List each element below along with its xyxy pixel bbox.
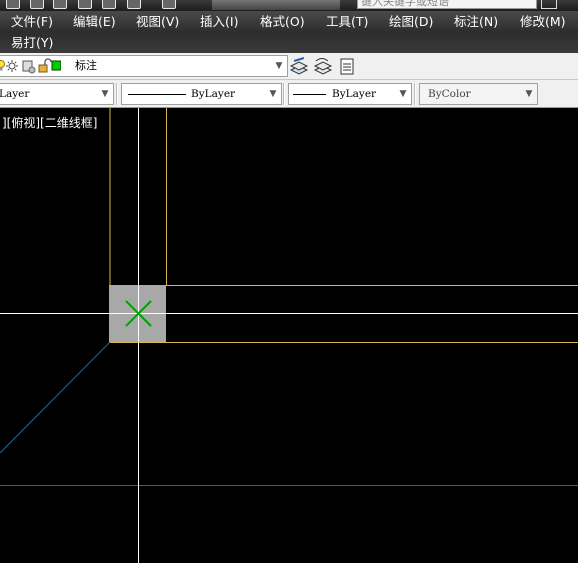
plotstyle-dropdown[interactable]: ByColor ▼: [419, 83, 538, 105]
layer-name: 标注: [75, 59, 97, 72]
chevron-down-icon: ▼: [525, 89, 533, 99]
search-input[interactable]: 键入关键字或短语: [357, 0, 537, 9]
layer-tool-icons: [290, 57, 354, 75]
menu-view[interactable]: 视图(V): [136, 11, 179, 33]
plotstyle-value: ByColor: [428, 88, 471, 100]
redo-icon[interactable]: [162, 0, 176, 9]
lineweight-value: ByLayer: [332, 88, 377, 100]
menu-insert[interactable]: 插入(I): [200, 11, 238, 33]
sun-icon: [6, 60, 18, 72]
drawing-area[interactable]: ][俯视][二维线框]: [0, 108, 578, 563]
quick-access-toolbar: 键入关键字或短语: [0, 0, 578, 11]
chevron-down-icon: ▼: [399, 89, 407, 99]
viewport-freeze-icon: [22, 60, 36, 74]
layer-state-icons: [0, 58, 61, 74]
chevron-down-icon: ▼: [275, 61, 283, 71]
lineweight-dropdown[interactable]: ByLayer ▼: [288, 83, 412, 105]
new-file-icon[interactable]: [6, 0, 20, 9]
menu-yida[interactable]: 易打(Y): [11, 32, 53, 54]
save-as-icon[interactable]: [78, 0, 92, 9]
open-file-icon[interactable]: [30, 0, 44, 9]
title-bar: [212, 0, 340, 10]
viewport-controls-label[interactable]: ][俯视][二维线框]: [2, 114, 97, 131]
layer-toolbar: 标注 ▼: [0, 53, 578, 80]
chevron-down-icon: ▼: [269, 89, 277, 99]
linetype-dropdown[interactable]: ByLayer ▼: [121, 83, 282, 105]
toolbar-separator: [283, 83, 285, 105]
color-dropdown[interactable]: Layer ▼: [0, 83, 114, 105]
layer-states-icon: [340, 58, 354, 75]
linetype-preview: [128, 94, 186, 95]
lightbulb-icon: [0, 60, 5, 71]
print-icon[interactable]: [102, 0, 116, 9]
lineweight-preview: [293, 94, 326, 95]
linetype-value: ByLayer: [191, 88, 236, 100]
model-space[interactable]: [0, 108, 578, 563]
toolbar-separator: [414, 83, 416, 105]
color-value: Layer: [0, 88, 30, 100]
make-current-layer-icon: [290, 57, 309, 75]
menu-file[interactable]: 文件(F): [11, 11, 53, 33]
chevron-down-icon: ▼: [101, 89, 109, 99]
help-icon[interactable]: [541, 0, 557, 9]
layer-color-swatch: [51, 60, 61, 71]
diagonal-aux-line[interactable]: [0, 341, 111, 454]
menu-draw[interactable]: 绘图(D): [389, 11, 433, 33]
layer-previous-icon: [313, 58, 333, 75]
lock-open-icon: [38, 58, 52, 73]
properties-toolbar: Layer ▼ ByLayer ▼ ByLayer ▼ ByColor ▼: [0, 80, 578, 108]
menu-bar: 文件(F) 编辑(E) 视图(V) 插入(I) 格式(O) 工具(T) 绘图(D…: [0, 11, 578, 53]
layer-dropdown[interactable]: 标注 ▼: [0, 55, 288, 77]
save-icon[interactable]: [53, 0, 67, 9]
toolbar-separator: [116, 83, 118, 105]
menu-edit[interactable]: 编辑(E): [73, 11, 116, 33]
menu-modify[interactable]: 修改(M): [520, 11, 566, 33]
menu-tools[interactable]: 工具(T): [326, 11, 368, 33]
undo-icon[interactable]: [127, 0, 141, 9]
menu-format[interactable]: 格式(O): [260, 11, 305, 33]
menu-dimension[interactable]: 标注(N): [454, 11, 498, 33]
